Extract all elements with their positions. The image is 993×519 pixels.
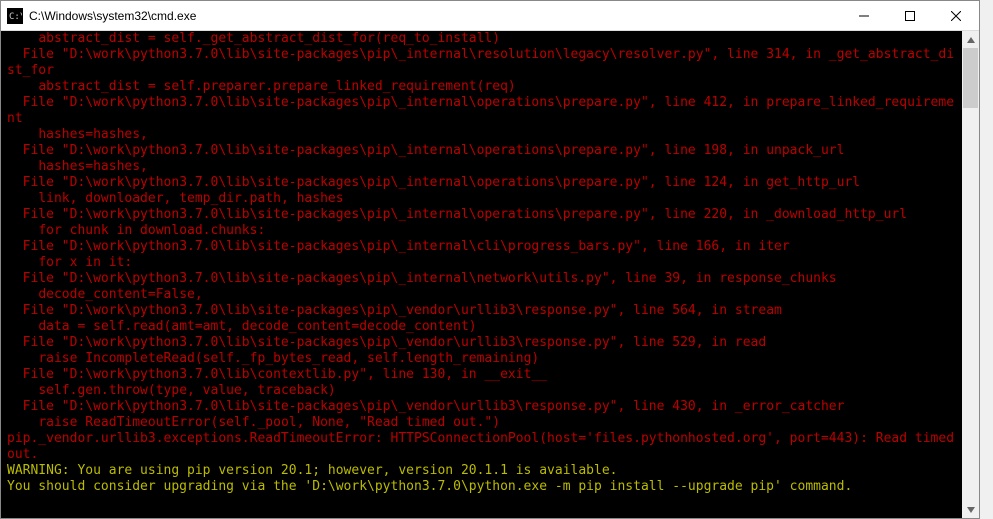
scrollbar-thumb[interactable] [963,48,978,108]
window-title: C:\Windows\system32\cmd.exe [29,9,841,23]
console-line: for chunk in download.chunks: [7,223,961,239]
console-line: decode_content=False, [7,287,961,303]
console-line: File "D:\work\python3.7.0\lib\contextlib… [7,367,961,383]
console-line: WARNING: You are using pip version 20.1;… [7,463,961,479]
console-line: File "D:\work\python3.7.0\lib\site-packa… [7,47,961,79]
cmd-icon: C:\ [7,8,23,24]
console-line: File "D:\work\python3.7.0\lib\site-packa… [7,207,961,223]
console-line: File "D:\work\python3.7.0\lib\site-packa… [7,303,961,319]
console-line: File "D:\work\python3.7.0\lib\site-packa… [7,335,961,351]
console-line: hashes=hashes, [7,127,961,143]
svg-text:C:\: C:\ [9,12,22,22]
console-line: pip._vendor.urllib3.exceptions.ReadTimeo… [7,431,961,463]
minimize-icon [859,11,869,21]
console-line: You should consider upgrading via the 'D… [7,479,961,495]
console-line: raise ReadTimeoutError(self._pool, None,… [7,415,961,431]
console-line: File "D:\work\python3.7.0\lib\site-packa… [7,143,961,159]
chevron-down-icon [967,507,975,513]
page-scrollbar[interactable] [980,0,993,519]
chevron-up-icon [967,37,975,43]
console-line: raise IncompleteRead(self._fp_bytes_read… [7,351,961,367]
scroll-down-button[interactable] [962,501,979,518]
console-line: for x in it: [7,255,961,271]
maximize-button[interactable] [887,1,933,30]
console-line: File "D:\work\python3.7.0\lib\site-packa… [7,271,961,287]
titlebar: C:\ C:\Windows\system32\cmd.exe [1,1,979,31]
console-line: abstract_dist = self._get_abstract_dist_… [7,31,961,47]
scroll-up-button[interactable] [962,31,979,48]
close-button[interactable] [933,1,979,30]
vertical-scrollbar[interactable] [962,31,979,518]
close-icon [951,11,961,21]
console-line: File "D:\work\python3.7.0\lib\site-packa… [7,175,961,191]
console-area[interactable]: abstract_dist = self._get_abstract_dist_… [1,31,979,518]
console-line: data = self.read(amt=amt, decode_content… [7,319,961,335]
console-line: hashes=hashes, [7,159,961,175]
window-controls [841,1,979,30]
minimize-button[interactable] [841,1,887,30]
console-line: link, downloader, temp_dir.path, hashes [7,191,961,207]
console-line: File "D:\work\python3.7.0\lib\site-packa… [7,239,961,255]
cmd-window: C:\ C:\Windows\system32\cmd.exe abstract… [0,0,980,519]
console-line: File "D:\work\python3.7.0\lib\site-packa… [7,95,961,127]
console-line: self.gen.throw(type, value, traceback) [7,383,961,399]
console-line: abstract_dist = self.preparer.prepare_li… [7,79,961,95]
maximize-icon [905,11,915,21]
console-text: abstract_dist = self._get_abstract_dist_… [7,31,961,495]
console-line: File "D:\work\python3.7.0\lib\site-packa… [7,399,961,415]
